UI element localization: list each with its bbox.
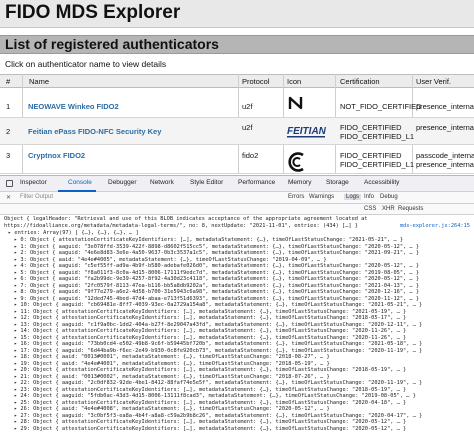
instruction-text: Click on authenticator name to view deta…	[5, 59, 167, 69]
pick-element-icon[interactable]	[6, 180, 13, 187]
tab-storage[interactable]: Storage	[326, 179, 349, 186]
filter-output-input[interactable]: Filter Output	[20, 194, 53, 200]
user-verification-value: presence_interna	[416, 102, 474, 111]
tab-network[interactable]: Network	[150, 179, 174, 186]
tab-performance[interactable]: Performance	[238, 179, 275, 186]
filter-warnings[interactable]: Warnings	[309, 194, 334, 200]
filter-debug[interactable]: Debug	[380, 194, 398, 200]
user-verification-value: presence_interna	[416, 160, 474, 169]
section-title: List of registered authenticators	[5, 36, 219, 52]
table-header: # Name Protocol Icon Certification User …	[0, 74, 474, 88]
app-title: FIDO MDS Explorer	[5, 2, 181, 23]
table-row: 3 Cryptnox FIDO2 fido2 FIDO_CERTIFIED FI…	[0, 145, 474, 174]
authenticator-name-link[interactable]: Feitian ePass FIDO-NFC Security Key	[28, 127, 161, 136]
column-header-certification[interactable]: Certification	[340, 77, 380, 86]
authenticator-name-link[interactable]: Cryptnox FIDO2	[28, 151, 85, 160]
filter-css[interactable]: CSS	[364, 206, 376, 212]
source-link[interactable]: mds-explorer.js:264:15	[400, 223, 470, 230]
protocol-value: fido2	[242, 151, 259, 160]
section-header: List of registered authenticators	[0, 35, 474, 54]
devtools-panel: Inspector Console Debugger Network Style…	[0, 175, 474, 432]
filter-info[interactable]: Info	[364, 194, 374, 200]
tab-accessibility[interactable]: Accessibility	[364, 179, 399, 186]
protocol-value: u2f	[242, 102, 253, 111]
column-header-name[interactable]: Name	[29, 77, 49, 86]
trash-icon[interactable]: ✕	[6, 194, 11, 201]
filter-requests[interactable]: Requests	[398, 206, 423, 212]
console-output: Object { legalHeader: "Retrieval and use…	[0, 215, 474, 432]
tab-console[interactable]: Console	[68, 179, 92, 186]
filter-errors[interactable]: Errors	[288, 194, 304, 200]
column-header-user-verif[interactable]: User Verif.	[416, 77, 451, 86]
certification-value: FIDO_CERTIFIED	[340, 151, 402, 160]
console-filter-bar-secondary: CSS XHR Requests	[0, 204, 474, 215]
cryptnox-logo-icon	[288, 152, 304, 172]
column-header-protocol[interactable]: Protocol	[242, 77, 270, 86]
table-row: 2 Feitian ePass FIDO-NFC Security Key u2…	[0, 118, 474, 145]
app-header: FIDO MDS Explorer	[0, 0, 474, 28]
user-verification-value: presence_interna	[416, 123, 474, 132]
column-header-icon[interactable]: Icon	[287, 77, 301, 86]
tab-style-editor[interactable]: Style Editor	[190, 179, 223, 186]
authenticator-name-link[interactable]: NEOWAVE Winkeo FIDO2	[28, 102, 119, 111]
row-number: 1	[6, 102, 11, 111]
row-number: 2	[6, 127, 11, 136]
column-header-number[interactable]: #	[6, 77, 10, 86]
tab-debugger[interactable]: Debugger	[108, 179, 137, 186]
devtools-toolbar: Inspector Console Debugger Network Style…	[0, 176, 474, 192]
certification-value: NOT_FIDO_CERTIFIED	[340, 102, 422, 111]
user-verification-value: passcode_interna	[416, 151, 474, 160]
console-entry-line[interactable]: ▸ 29: Object { attestationCertificateKey…	[14, 426, 406, 432]
certification-value: FIDO_CERTIFIED_L1	[340, 132, 415, 141]
authenticators-table: # Name Protocol Icon Certification User …	[0, 74, 474, 174]
row-number: 3	[6, 151, 11, 160]
certification-value: FIDO_CERTIFIED	[340, 123, 402, 132]
tab-memory[interactable]: Memory	[288, 179, 311, 186]
feitian-logo-icon: FEITIAN	[287, 126, 327, 138]
table-row: 1 NEOWAVE Winkeo FIDO2 u2f NOT_FIDO_CERT…	[0, 88, 474, 118]
filter-xhr[interactable]: XHR	[382, 206, 395, 212]
console-filter-bar: ✕ Filter Output Errors Warnings Logs Inf…	[0, 192, 474, 204]
svg-text:FEITIAN: FEITIAN	[287, 126, 327, 137]
tab-inspector[interactable]: Inspector	[20, 179, 47, 186]
certification-value: FIDO_CERTIFIED_L1	[340, 160, 415, 169]
filter-logs[interactable]: Logs	[344, 194, 362, 200]
protocol-value: u2f	[242, 123, 253, 132]
neowave-logo-icon	[288, 96, 303, 110]
